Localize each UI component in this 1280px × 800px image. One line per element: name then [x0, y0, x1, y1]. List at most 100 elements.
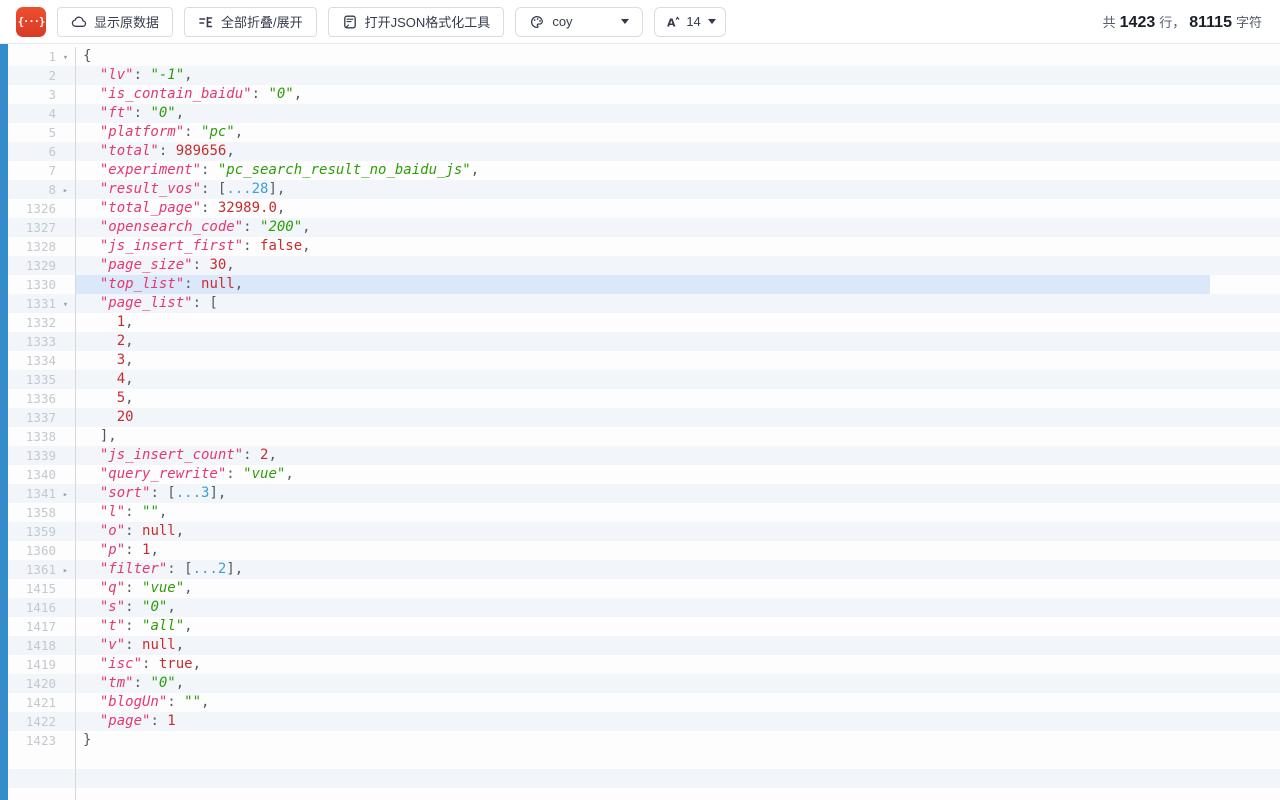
- line-number: 3: [0, 85, 56, 104]
- code-line: 1337 20: [0, 408, 1280, 427]
- collapse-arrow-icon[interactable]: ▾: [63, 53, 68, 63]
- font-size-value: 14: [686, 14, 700, 29]
- json-number-value: 1: [117, 314, 125, 330]
- line-number: [0, 769, 56, 788]
- json-number-value: null: [142, 637, 176, 653]
- code-line-content: "tm": "0",: [75, 674, 1280, 693]
- collapse-all-icon: [198, 14, 214, 30]
- code-line-content: "isc": true,: [75, 655, 1280, 674]
- json-key: "tm": [100, 675, 134, 691]
- theme-select[interactable]: coy: [515, 7, 643, 37]
- palette-icon: [529, 14, 545, 30]
- collapsed-item-count: ...2: [193, 561, 227, 577]
- json-key: "is_contain_baidu": [100, 86, 252, 102]
- json-number-value: null: [201, 276, 235, 292]
- line-number: 5: [0, 123, 56, 142]
- json-punctuation: :: [243, 238, 260, 254]
- json-string-value: "0": [268, 86, 293, 102]
- json-number-value: 989656: [176, 143, 227, 159]
- empty-line: [0, 750, 1280, 769]
- code-line-content: "ft": "0",: [75, 104, 1280, 123]
- json-punctuation: }: [83, 732, 91, 748]
- show-raw-data-button[interactable]: 显示原数据: [57, 7, 173, 37]
- code-line: 1330 "top_list": null,: [0, 275, 1280, 294]
- font-size-icon: A: [665, 14, 681, 30]
- collapsed-item-count: ...28: [226, 181, 268, 197]
- line-number: 1358: [0, 503, 56, 522]
- line-number: 1: [0, 47, 56, 66]
- code-line-content: "page": 1: [75, 712, 1280, 731]
- empty-line: [0, 788, 1280, 800]
- json-punctuation: :: [125, 637, 142, 653]
- json-punctuation: ,: [235, 276, 243, 292]
- json-key: "query_rewrite": [100, 466, 226, 482]
- json-key: "v": [100, 637, 125, 653]
- json-number-value: 3: [117, 352, 125, 368]
- json-punctuation: ,: [125, 352, 133, 368]
- json-punctuation: ,: [125, 390, 133, 406]
- json-punctuation: :: [243, 447, 260, 463]
- line-number: 1417: [0, 617, 56, 636]
- json-key: "total_page": [100, 200, 201, 216]
- json-punctuation: ,: [193, 656, 201, 672]
- json-number-value: 20: [117, 409, 134, 425]
- json-key: "ft": [100, 105, 134, 121]
- code-line-content: "blogUn": "",: [75, 693, 1280, 712]
- json-punctuation: :: [226, 466, 243, 482]
- json-punctuation: :: [193, 257, 210, 273]
- json-punctuation: ,: [302, 238, 310, 254]
- line-number: 1337: [0, 408, 56, 427]
- json-punctuation: : [: [150, 485, 175, 501]
- code-line-content: "js_insert_count": 2,: [75, 446, 1280, 465]
- code-line-content: "js_insert_first": false,: [75, 237, 1280, 256]
- json-string-value: "vue": [142, 580, 184, 596]
- json-punctuation: :: [184, 124, 201, 140]
- expand-arrow-icon[interactable]: ▸: [63, 490, 68, 500]
- json-string-value: "0": [150, 675, 175, 691]
- json-number-value: 30: [209, 257, 226, 273]
- open-json-tool-button[interactable]: 打开JSON格式化工具: [328, 7, 505, 37]
- code-line: 1415 "q": "vue",: [0, 579, 1280, 598]
- font-size-select[interactable]: A 14: [654, 7, 726, 37]
- json-punctuation: :: [142, 656, 159, 672]
- line-number: 1360: [0, 541, 56, 560]
- code-line: 1341▸ "sort": [...3],: [0, 484, 1280, 503]
- code-line: 1358 "l": "",: [0, 503, 1280, 522]
- stats-line-count: 1423: [1120, 14, 1156, 31]
- code-line-content: [75, 788, 1280, 800]
- code-line-content: "is_contain_baidu": "0",: [75, 85, 1280, 104]
- line-number: 1331: [0, 294, 56, 313]
- stats-prefix: 共: [1103, 15, 1116, 30]
- code-line-content: "query_rewrite": "vue",: [75, 465, 1280, 484]
- json-string-value: "vue": [243, 466, 285, 482]
- json-punctuation: ,: [226, 257, 234, 273]
- json-punctuation: :: [252, 86, 269, 102]
- line-number: 1341: [0, 484, 56, 503]
- json-key: "js_insert_first": [100, 238, 243, 254]
- toggle-collapse-all-label: 全部折叠/展开: [221, 12, 303, 31]
- code-line-content: {: [75, 47, 1280, 66]
- line-number: 1419: [0, 655, 56, 674]
- code-line: 1418 "v": null,: [0, 636, 1280, 655]
- json-punctuation: ,: [285, 466, 293, 482]
- json-string-value: "all": [142, 618, 184, 634]
- line-number: 1335: [0, 370, 56, 389]
- line-number: 1359: [0, 522, 56, 541]
- collapse-arrow-icon[interactable]: ▾: [63, 300, 68, 310]
- json-punctuation: ,: [176, 523, 184, 539]
- expand-arrow-icon[interactable]: ▸: [63, 186, 68, 196]
- json-punctuation: ,: [184, 67, 192, 83]
- code-line: 1422 "page": 1: [0, 712, 1280, 731]
- code-line-content: ],: [75, 427, 1280, 446]
- json-punctuation: ,: [277, 200, 285, 216]
- code-line-content: 2,: [75, 332, 1280, 351]
- code-line-content: "q": "vue",: [75, 579, 1280, 598]
- json-punctuation: :: [125, 504, 142, 520]
- json-punctuation: : [: [193, 295, 218, 311]
- code-line-content: 4,: [75, 370, 1280, 389]
- json-key: "total": [100, 143, 159, 159]
- line-number: 1361: [0, 560, 56, 579]
- expand-arrow-icon[interactable]: ▸: [63, 566, 68, 576]
- toggle-collapse-all-button[interactable]: 全部折叠/展开: [184, 7, 317, 37]
- line-number: 1327: [0, 218, 56, 237]
